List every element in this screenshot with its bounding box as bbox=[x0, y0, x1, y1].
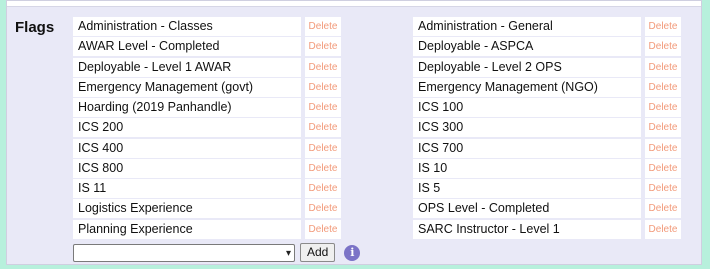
delete-flag-link[interactable]: Delete bbox=[645, 138, 681, 158]
flags-left-column: Administration - Classes Delete AWAR Level… bbox=[73, 17, 341, 240]
delete-flag-link[interactable]: Delete bbox=[645, 57, 681, 77]
delete-flag-link[interactable]: Delete bbox=[645, 17, 681, 36]
flag-name: Administration - General bbox=[413, 17, 641, 36]
flag-name: IS 5 bbox=[413, 179, 641, 199]
flag-name: Deployable - ASPCA bbox=[413, 37, 641, 57]
flag-name: Administration - Classes bbox=[73, 17, 301, 36]
flag-name: Hoarding (2019 Panhandle) bbox=[73, 98, 301, 118]
delete-flag-link[interactable]: Delete bbox=[305, 57, 341, 77]
flag-name: ICS 200 bbox=[73, 118, 301, 138]
flag-row: IS 11 Delete bbox=[73, 179, 341, 199]
flag-row: ICS 400 Delete bbox=[73, 138, 341, 158]
flag-row: ICS 100 Delete bbox=[413, 98, 681, 118]
flag-row: ICS 300 Delete bbox=[413, 118, 681, 138]
flag-name: ICS 800 bbox=[73, 158, 301, 178]
flag-name: AWAR Level - Completed bbox=[73, 37, 301, 57]
flag-name: OPS Level - Completed bbox=[413, 199, 641, 219]
flag-row: Emergency Management (NGO) Delete bbox=[413, 77, 681, 97]
delete-flag-link[interactable]: Delete bbox=[305, 17, 341, 36]
flag-name: ICS 700 bbox=[413, 138, 641, 158]
delete-flag-link[interactable]: Delete bbox=[645, 158, 681, 178]
flag-row: Administration - Classes Delete bbox=[73, 17, 341, 36]
delete-flag-link[interactable]: Delete bbox=[305, 37, 341, 57]
delete-flag-link[interactable]: Delete bbox=[305, 219, 341, 239]
delete-flag-link[interactable]: Delete bbox=[645, 199, 681, 219]
flags-panel: Flags Administration - Classes Delete AWAR… bbox=[6, 0, 702, 265]
delete-flag-link[interactable]: Delete bbox=[645, 77, 681, 97]
flag-name: Emergency Management (govt) bbox=[73, 77, 301, 97]
delete-flag-link[interactable]: Delete bbox=[645, 179, 681, 199]
flag-row: IS 5 Delete bbox=[413, 179, 681, 199]
flag-name: Planning Experience bbox=[73, 219, 301, 239]
flag-name: ICS 100 bbox=[413, 98, 641, 118]
flag-name: ICS 300 bbox=[413, 118, 641, 138]
flag-row: Hoarding (2019 Panhandle) Delete bbox=[73, 98, 341, 118]
flag-name: Logistics Experience bbox=[73, 199, 301, 219]
flag-select[interactable]: ▾ bbox=[73, 243, 295, 262]
flag-row: Deployable - Level 2 OPS Delete bbox=[413, 57, 681, 77]
delete-flag-link[interactable]: Delete bbox=[645, 118, 681, 138]
flags-right-column: Administration - General Delete Deployable… bbox=[413, 17, 681, 240]
flags-section-label: Flags bbox=[15, 19, 55, 36]
add-button[interactable]: Add bbox=[300, 243, 336, 262]
flag-row: Emergency Management (govt) Delete bbox=[73, 77, 341, 97]
delete-flag-link[interactable]: Delete bbox=[305, 179, 341, 199]
flag-row: OPS Level - Completed Delete bbox=[413, 199, 681, 219]
delete-flag-link[interactable]: Delete bbox=[645, 219, 681, 239]
flag-row: ICS 700 Delete bbox=[413, 138, 681, 158]
flag-row: AWAR Level - Completed Delete bbox=[73, 37, 341, 57]
delete-flag-link[interactable]: Delete bbox=[645, 37, 681, 57]
flag-row: Planning Experience Delete bbox=[73, 219, 341, 239]
flag-row: ICS 200 Delete bbox=[73, 118, 341, 138]
delete-flag-link[interactable]: Delete bbox=[305, 138, 341, 158]
flag-row: Administration - General Delete bbox=[413, 17, 681, 36]
flag-name: IS 11 bbox=[73, 179, 301, 199]
flag-row: Deployable - ASPCA Delete bbox=[413, 37, 681, 57]
add-flag-row: ▾ Add i bbox=[73, 243, 361, 262]
flag-name: Deployable - Level 1 AWAR bbox=[73, 57, 301, 77]
flag-name: IS 10 bbox=[413, 158, 641, 178]
flag-name: SARC Instructor - Level 1 bbox=[413, 219, 641, 239]
flag-row: SARC Instructor - Level 1 Delete bbox=[413, 219, 681, 239]
chevron-down-icon: ▾ bbox=[285, 247, 291, 259]
flag-row: Logistics Experience Delete bbox=[73, 199, 341, 219]
panel-top-strip bbox=[7, 1, 701, 7]
flag-row: IS 10 Delete bbox=[413, 158, 681, 178]
flag-name: ICS 400 bbox=[73, 138, 301, 158]
flag-row: Deployable - Level 1 AWAR Delete bbox=[73, 57, 341, 77]
delete-flag-link[interactable]: Delete bbox=[305, 118, 341, 138]
flag-name: Emergency Management (NGO) bbox=[413, 77, 641, 97]
delete-flag-link[interactable]: Delete bbox=[305, 77, 341, 97]
delete-flag-link[interactable]: Delete bbox=[645, 98, 681, 118]
flag-row: ICS 800 Delete bbox=[73, 158, 341, 178]
info-icon[interactable]: i bbox=[344, 244, 361, 261]
delete-flag-link[interactable]: Delete bbox=[305, 199, 341, 219]
delete-flag-link[interactable]: Delete bbox=[305, 98, 341, 118]
flag-name: Deployable - Level 2 OPS bbox=[413, 57, 641, 77]
delete-flag-link[interactable]: Delete bbox=[305, 158, 341, 178]
